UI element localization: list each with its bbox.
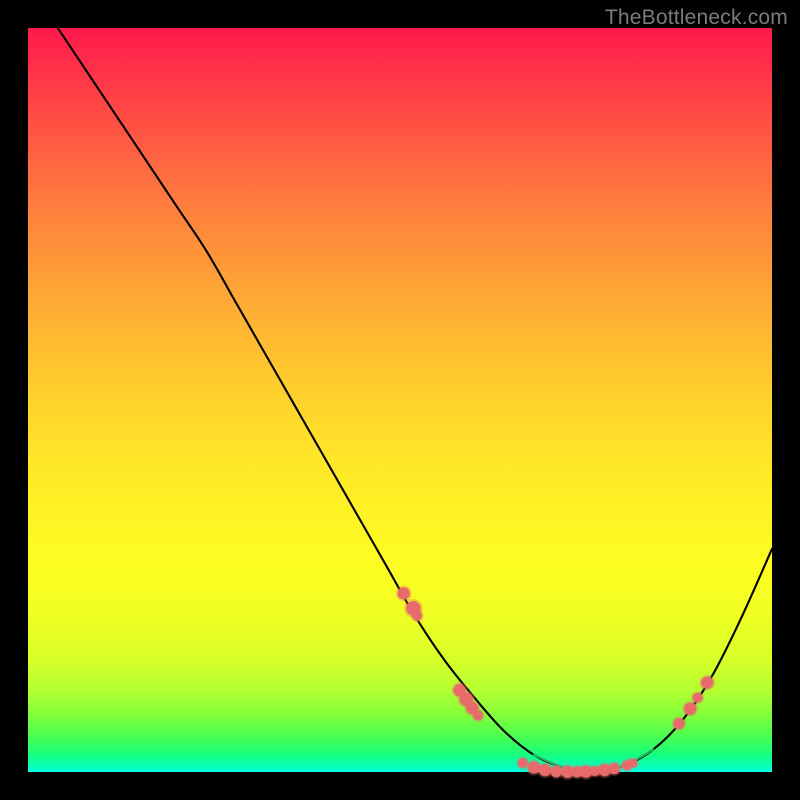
source-watermark: TheBottleneck.com — [605, 6, 788, 30]
bottleneck-chart — [28, 28, 772, 772]
bottleneck-curve — [58, 28, 772, 772]
data-marker — [684, 703, 696, 715]
data-marker — [673, 718, 684, 729]
data-marker — [609, 763, 620, 774]
data-marker — [693, 693, 703, 703]
data-marker — [412, 611, 422, 621]
data-marker — [398, 587, 410, 599]
chart-canvas — [28, 28, 772, 772]
data-marker — [473, 710, 483, 720]
data-markers — [396, 585, 716, 779]
data-marker — [628, 759, 637, 768]
data-marker — [701, 677, 713, 689]
